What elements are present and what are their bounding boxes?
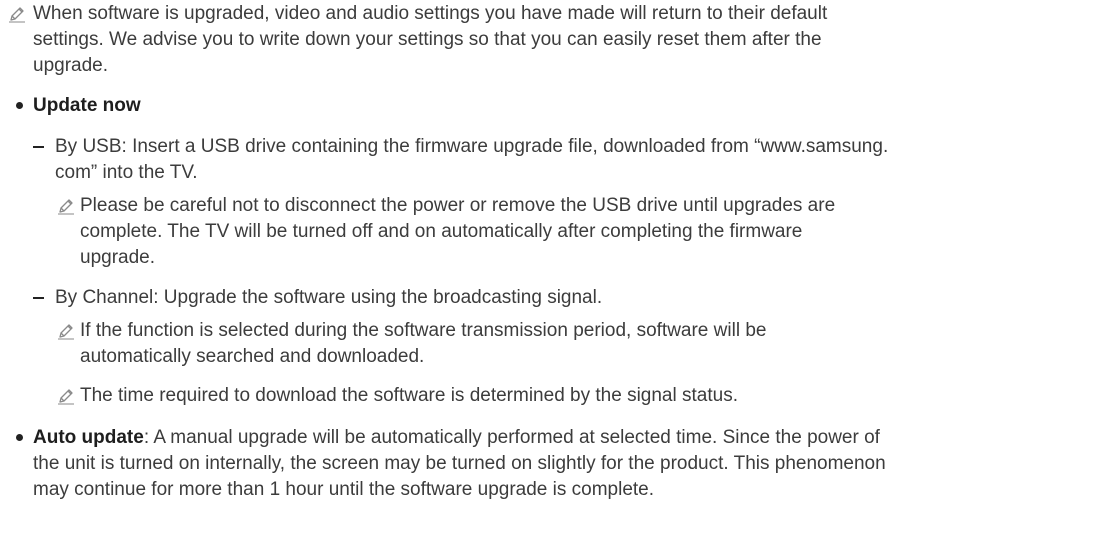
auto-update-heading: Auto update: [33, 427, 144, 448]
intro-note-line: upgrade.: [33, 55, 109, 76]
pencil-note-icon: [57, 197, 75, 215]
by-usb-line: By USB: Insert a USB drive containing th…: [55, 136, 889, 157]
update-now-heading: Update now: [33, 95, 141, 116]
auto-update-line: the unit is turned on internally, the sc…: [33, 453, 886, 474]
dash-marker: [33, 146, 44, 148]
channel-note-line: The time required to download the softwa…: [80, 385, 738, 406]
auto-update-line: may continue for more than 1 hour until …: [33, 479, 655, 500]
usb-note-line: Please be careful not to disconnect the …: [80, 195, 836, 216]
dash-marker: [33, 297, 44, 299]
usb-note-line: complete. The TV will be turned off and …: [80, 221, 803, 242]
intro-note-line: settings. We advise you to write down yo…: [33, 29, 822, 50]
pencil-note-icon: [57, 387, 75, 405]
pencil-note-icon: [8, 5, 26, 23]
auto-update-line: Auto update: A manual upgrade will be au…: [33, 425, 880, 450]
bullet-dot: [16, 434, 23, 441]
bullet-dot: [16, 102, 23, 109]
by-usb-line: com” into the TV.: [55, 162, 198, 183]
channel-note-line: If the function is selected during the s…: [80, 320, 767, 341]
pencil-note-icon: [57, 322, 75, 340]
intro-note-line: When software is upgraded, video and aud…: [33, 3, 828, 24]
auto-update-text: : A manual upgrade will be automatically…: [143, 427, 880, 448]
channel-note-line: automatically searched and downloaded.: [80, 346, 425, 367]
usb-note-line: upgrade.: [80, 247, 156, 268]
by-channel-line: By Channel: Upgrade the software using t…: [55, 287, 603, 308]
document-page: When software is upgraded, video and aud…: [0, 0, 1109, 542]
